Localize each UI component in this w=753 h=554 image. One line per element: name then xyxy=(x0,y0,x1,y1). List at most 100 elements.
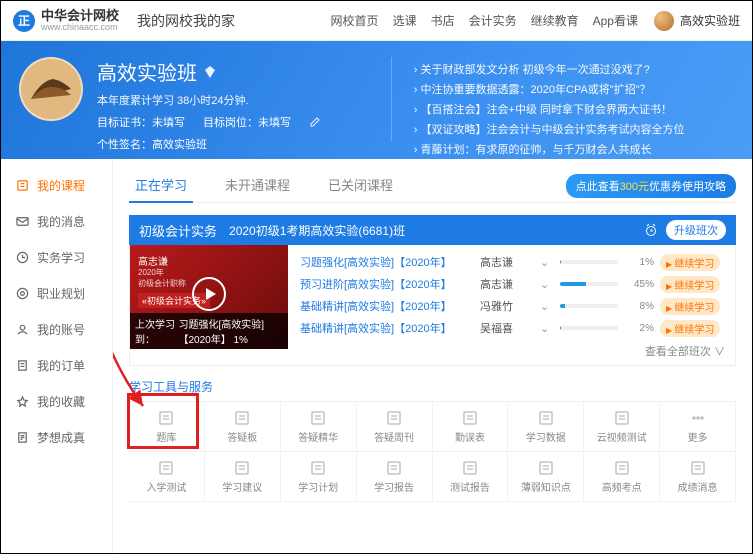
lesson-row: 习题强化[高效实验]【2020年】高志谦⌄1%继续学习 xyxy=(300,251,727,273)
lesson-link[interactable]: 基础精讲[高效实验]【2020年】 xyxy=(300,298,480,314)
nav-practice[interactable]: 会计实务 xyxy=(469,12,517,29)
sidebar-item-note[interactable]: 梦想成真 xyxy=(1,419,112,455)
tools-title: 学习工具与服务 xyxy=(129,368,736,402)
progress-bar xyxy=(560,304,618,308)
lesson-link[interactable]: 预习进阶[高效实验]【2020年】 xyxy=(300,276,480,292)
mail-icon xyxy=(15,214,29,228)
note-icon xyxy=(15,430,29,444)
study-time: 本年度累计学习 38小时24分钟. xyxy=(97,92,321,108)
tool-11[interactable]: 学习报告 xyxy=(357,452,433,502)
sidebar-item-star[interactable]: 我的收藏 xyxy=(1,383,112,419)
tool-10[interactable]: 学习计划 xyxy=(281,452,357,502)
tool-6[interactable]: 云视频测试 xyxy=(584,402,660,452)
sidebar-item-clock[interactable]: 实务学习 xyxy=(1,239,112,275)
nav-app[interactable]: App看课 xyxy=(593,12,638,29)
sidebar-item-label: 我的订单 xyxy=(37,357,85,374)
news-item[interactable]: 【双证攻略】注会会计与中级会计实务考试内容全方位 xyxy=(414,121,734,137)
brand-url: www.chinaacc.com xyxy=(41,22,119,32)
edit-icon[interactable] xyxy=(309,116,321,128)
video-thumbnail[interactable]: 高志谦 2020年初级会计职称 «初级会计实务» 上次学习到：习题强化[高效实验… xyxy=(130,245,288,349)
tool-label: 答疑板 xyxy=(227,429,257,444)
tool-5[interactable]: 学习数据 xyxy=(508,402,584,452)
tool-12[interactable]: 测试报告 xyxy=(433,452,509,502)
tool-label: 学习数据 xyxy=(526,429,566,444)
show-more-link[interactable]: 查看全部班次 ∨ xyxy=(288,341,735,365)
continue-button[interactable]: 继续学习 xyxy=(660,276,720,293)
tool-label: 云视频测试 xyxy=(597,429,647,444)
tool-1[interactable]: 答疑板 xyxy=(205,402,281,452)
chevron-down-icon[interactable]: ⌄ xyxy=(540,278,554,291)
upgrade-button[interactable]: 升级班次 xyxy=(666,220,726,240)
tool-3[interactable]: 答疑周刊 xyxy=(357,402,433,452)
nav-courses[interactable]: 选课 xyxy=(393,12,417,29)
sidebar-item-label: 我的课程 xyxy=(37,177,85,194)
user-icon xyxy=(15,322,29,336)
user-menu[interactable]: 高效实验班 xyxy=(654,11,740,31)
chevron-down-icon[interactable]: ⌄ xyxy=(540,300,554,313)
nav-home[interactable]: 网校首页 xyxy=(331,12,379,29)
progress-bar xyxy=(560,282,618,286)
tool-9[interactable]: 学习建议 xyxy=(205,452,281,502)
class-name: 2020初级1考期高效实验(6681)班 xyxy=(229,222,405,239)
continue-button[interactable]: 继续学习 xyxy=(660,320,720,337)
chevron-down-icon[interactable]: ⌄ xyxy=(540,322,554,335)
sidebar: 我的课程我的消息实务学习职业规划我的账号我的订单我的收藏梦想成真 xyxy=(1,159,113,554)
tool-2[interactable]: 答疑精华 xyxy=(281,402,357,452)
tool-label: 更多 xyxy=(688,429,708,444)
news-item[interactable]: 中注协重要数据透露：2020年CPA或将"扩招"？ xyxy=(414,81,734,97)
lesson-teacher: 吴福喜 xyxy=(480,320,540,336)
nav-continue-edu[interactable]: 继续教育 xyxy=(531,12,579,29)
nav-bookstore[interactable]: 书店 xyxy=(431,12,455,29)
tool-4[interactable]: 勤误表 xyxy=(433,402,509,452)
lesson-teacher: 高志谦 xyxy=(480,276,540,292)
tab-studying[interactable]: 正在学习 xyxy=(129,169,193,203)
tools-grid: 题库 答疑板 答疑精华 答疑周刊勤误表学习数据 云视频测试 更多入学测试学习建议学习计划 学… xyxy=(129,402,736,502)
tool-14[interactable]: 高频考点 xyxy=(584,452,660,502)
brand-logo[interactable]: 正 中华会计网校 www.chinaacc.com xyxy=(13,9,119,32)
order-icon xyxy=(15,358,29,372)
promo-pill[interactable]: 点此查看300元优惠券使用攻略 xyxy=(566,174,736,198)
play-icon[interactable] xyxy=(192,277,226,311)
news-list: 关于财政部发文分析 初级今年一次通过没戏了? 中注协重要数据透露：2020年CP… xyxy=(391,57,734,141)
tool-0[interactable]: 题库 xyxy=(129,402,205,452)
tool-8[interactable]: 入学测试 xyxy=(129,452,205,502)
news-item[interactable]: 青藤计划：有求原的征帅，与千万财会人共成长 xyxy=(414,141,734,157)
tool-label: 答疑精华 xyxy=(298,429,338,444)
diamond-icon xyxy=(203,65,217,79)
clock-icon xyxy=(15,250,29,264)
lesson-list: 习题强化[高效实验]【2020年】高志谦⌄1%继续学习预习进阶[高效实验]【20… xyxy=(288,245,735,341)
last-learn: 上次学习到：习题强化[高效实验]【2020年】 1% xyxy=(130,313,288,349)
sidebar-item-book[interactable]: 我的课程 xyxy=(1,167,112,203)
slogan: 我的网校我的家 xyxy=(137,11,235,31)
brand-name: 中华会计网校 xyxy=(41,9,119,22)
book-icon xyxy=(15,178,29,192)
profile-title: 高效实验班 xyxy=(97,57,321,86)
top-nav: 网校首页 选课 书店 会计实务 继续教育 App看课 xyxy=(331,12,638,29)
sidebar-item-user[interactable]: 我的账号 xyxy=(1,311,112,347)
tool-15[interactable]: 成绩消息 xyxy=(660,452,736,502)
sidebar-item-order[interactable]: 我的订单 xyxy=(1,347,112,383)
lesson-row: 基础精讲[高效实验]【2020年】吴福喜⌄ 2% 继续学习 xyxy=(300,317,727,339)
sidebar-item-mail[interactable]: 我的消息 xyxy=(1,203,112,239)
tool-label: 题库 xyxy=(156,429,176,444)
progress-bar xyxy=(560,326,618,330)
continue-button[interactable]: 继续学习 xyxy=(660,254,720,271)
avatar-icon xyxy=(654,11,674,31)
tool-label: 学习计划 xyxy=(298,479,338,494)
tool-7[interactable]: 更多 xyxy=(660,402,736,452)
profile-avatar[interactable] xyxy=(19,57,83,121)
tab-closed[interactable]: 已关闭课程 xyxy=(322,169,399,203)
top-bar: 正 中华会计网校 www.chinaacc.com 我的网校我的家 网校首页 选… xyxy=(1,1,752,41)
chevron-down-icon[interactable]: ⌄ xyxy=(540,256,554,269)
sidebar-item-target[interactable]: 职业规划 xyxy=(1,275,112,311)
continue-button[interactable]: 继续学习 xyxy=(660,298,720,315)
progress-pct: 2% xyxy=(624,323,654,334)
tab-not-open[interactable]: 未开通课程 xyxy=(219,169,296,203)
lesson-link[interactable]: 习题强化[高效实验]【2020年】 xyxy=(300,254,480,270)
news-item[interactable]: 关于财政部发文分析 初级今年一次通过没戏了? xyxy=(414,61,734,77)
sidebar-item-label: 梦想成真 xyxy=(37,429,85,446)
tool-13[interactable]: 薄弱知识点 xyxy=(508,452,584,502)
alarm-icon[interactable] xyxy=(644,223,658,237)
lesson-link[interactable]: 基础精讲[高效实验]【2020年】 xyxy=(300,320,480,336)
news-item[interactable]: 【百搭注会】注会+中级 同时拿下财会界两大证书！ xyxy=(414,101,734,117)
